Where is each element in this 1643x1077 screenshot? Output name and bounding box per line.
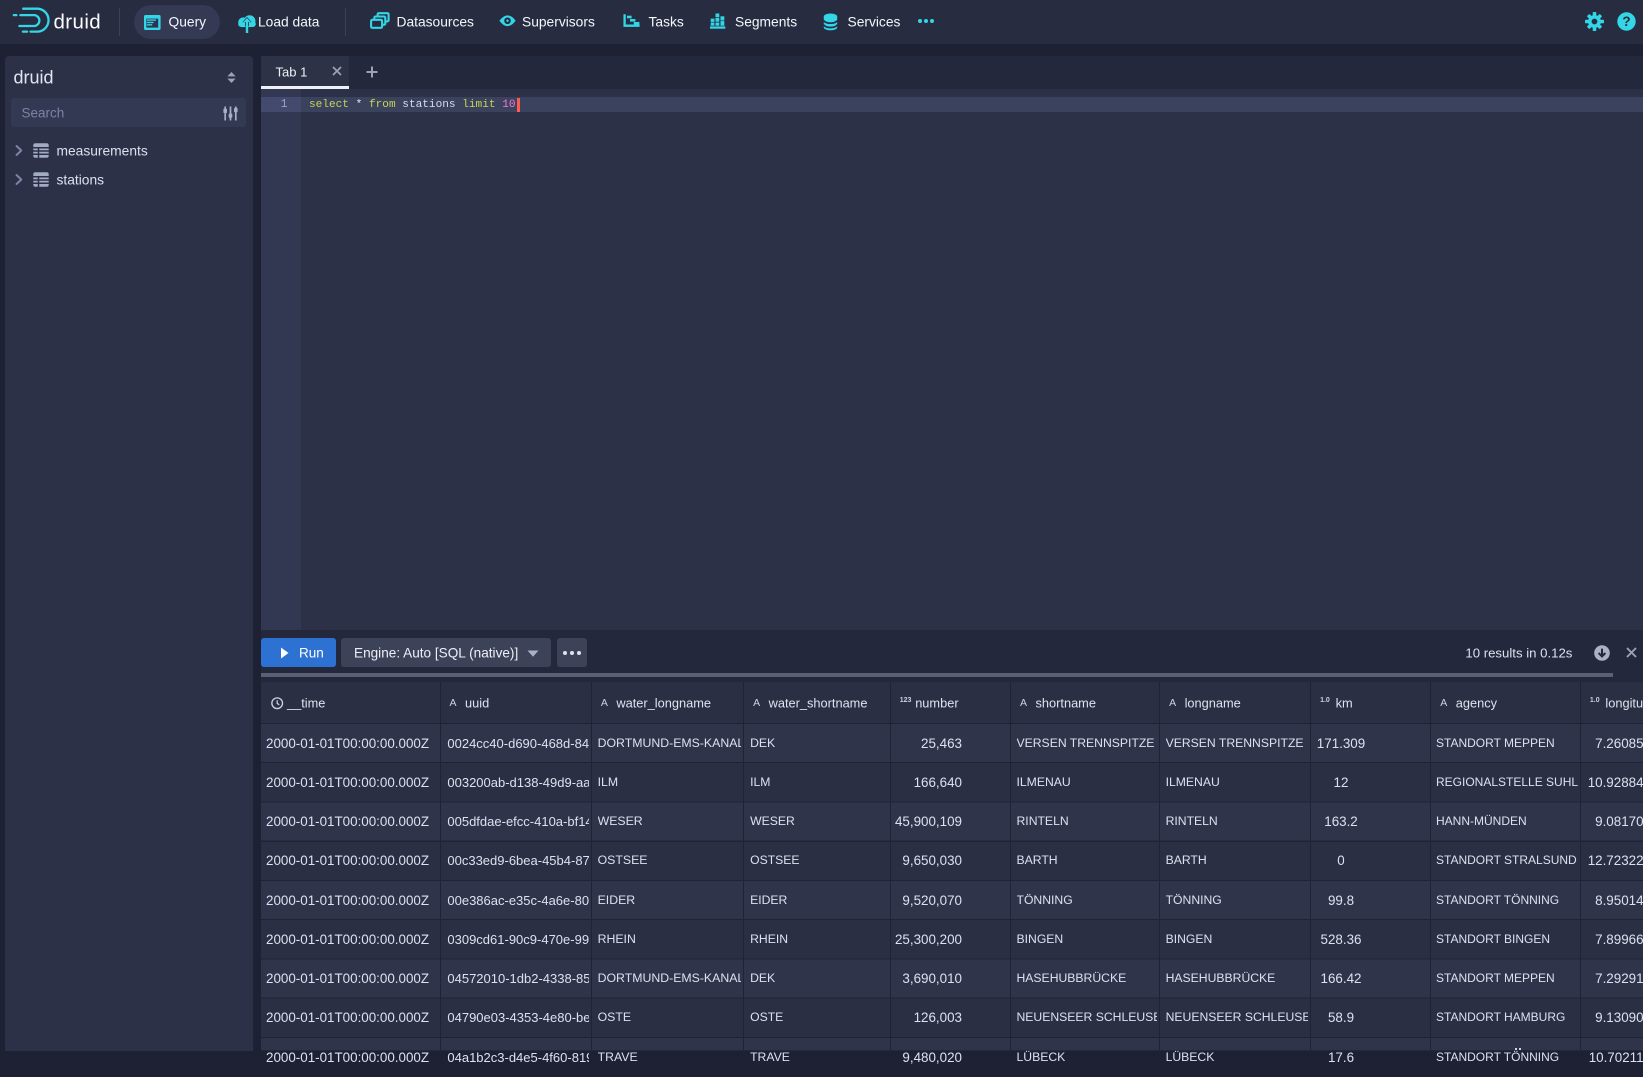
svg-text:?: ? xyxy=(1622,14,1630,29)
